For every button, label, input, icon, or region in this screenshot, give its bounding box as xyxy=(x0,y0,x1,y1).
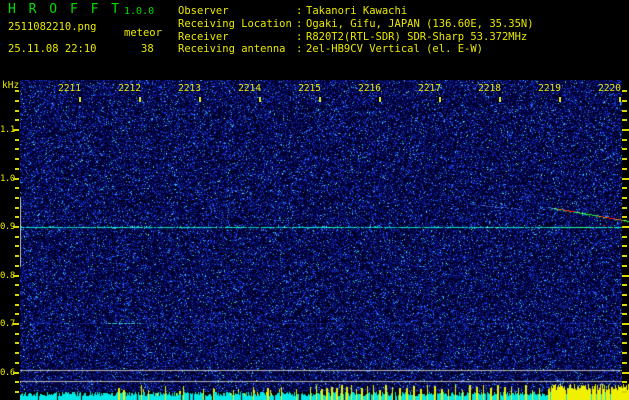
y-tick-major-right xyxy=(622,178,629,180)
y-tick-minor-right xyxy=(622,255,627,257)
x-tick-label: 2214 xyxy=(238,83,261,94)
y-tick-minor-right xyxy=(622,265,627,267)
y-tick-minor-right xyxy=(622,284,627,286)
x-tick xyxy=(619,97,621,102)
x-tick xyxy=(259,97,261,102)
x-tick-label: 2215 xyxy=(298,83,321,94)
y-tick-minor xyxy=(15,236,19,238)
y-tick-major xyxy=(13,129,19,131)
y-tick-minor-right xyxy=(622,342,627,344)
y-tick-minor-right xyxy=(622,100,627,102)
y-tick-minor xyxy=(15,391,19,393)
y-tick-minor xyxy=(15,148,19,150)
y-tick-minor xyxy=(15,313,19,315)
x-tick xyxy=(379,97,381,102)
y-tick-minor xyxy=(15,119,19,121)
y-tick-minor-right xyxy=(622,158,627,160)
y-tick-major-right xyxy=(622,129,629,131)
y-tick-minor xyxy=(15,100,19,102)
y-tick-minor xyxy=(15,90,19,92)
y-tick-minor-right xyxy=(622,304,627,306)
y-tick-minor-right xyxy=(622,110,627,112)
x-tick xyxy=(79,97,81,102)
y-tick-major-right xyxy=(622,275,629,277)
y-tick-minor xyxy=(15,158,19,160)
y-tick-minor xyxy=(15,381,19,383)
y-tick-minor-right xyxy=(622,294,627,296)
x-tick-label: 2216 xyxy=(358,83,381,94)
y-tick-minor xyxy=(15,197,19,199)
y-tick-minor xyxy=(15,168,19,170)
y-tick-minor xyxy=(15,294,19,296)
y-tick-minor-right xyxy=(622,90,627,92)
x-tick-label: 2218 xyxy=(478,83,501,94)
y-tick-minor-right xyxy=(622,391,627,393)
y-tick-minor xyxy=(15,265,19,267)
y-tick-minor-right xyxy=(622,139,627,141)
y-tick-major xyxy=(13,372,19,374)
axes-layer: kHz 2211 2212 2213 2214 2215 2216 2217 2218 2219 2… xyxy=(0,0,629,400)
x-tick xyxy=(559,97,561,102)
y-tick-label: 0.8 xyxy=(0,271,15,281)
y-tick-minor-right xyxy=(622,333,627,335)
y-tick-minor xyxy=(15,362,19,364)
y-tick-minor-right xyxy=(622,313,627,315)
y-tick-minor xyxy=(15,304,19,306)
y-tick-minor xyxy=(15,342,19,344)
y-tick-minor xyxy=(15,352,19,354)
y-tick-minor xyxy=(15,207,19,209)
x-tick xyxy=(319,97,321,102)
y-tick-minor-right xyxy=(622,119,627,121)
x-tick xyxy=(439,97,441,102)
y-tick-major xyxy=(13,226,19,228)
y-tick-major xyxy=(13,275,19,277)
y-tick-label: 0.9 xyxy=(0,222,15,232)
y-tick-major xyxy=(13,323,19,325)
x-tick-label: 2217 xyxy=(418,83,441,94)
y-tick-minor xyxy=(15,110,19,112)
x-tick-label: 2213 xyxy=(178,83,201,94)
x-tick-label: 2220 xyxy=(598,83,621,94)
y-tick-major-right xyxy=(622,323,629,325)
y-tick-minor xyxy=(15,187,19,189)
y-tick-minor xyxy=(15,245,19,247)
y-tick-label: 0.6 xyxy=(0,368,15,378)
x-tick-label: 2212 xyxy=(118,83,141,94)
y-tick-minor-right xyxy=(622,148,627,150)
x-tick-label: 2219 xyxy=(538,83,561,94)
hrofft-screen: H R O F F T 1.0.0 2511082210.png meteor … xyxy=(0,0,629,400)
y-tick-minor-right xyxy=(622,362,627,364)
y-tick-minor-right xyxy=(622,187,627,189)
y-tick-minor-right xyxy=(622,352,627,354)
y-tick-minor xyxy=(15,216,19,218)
y-tick-minor xyxy=(15,255,19,257)
y-tick-major-right xyxy=(622,372,629,374)
y-tick-label: 1.0 xyxy=(0,174,15,184)
y-tick-minor-right xyxy=(622,245,627,247)
x-tick xyxy=(499,97,501,102)
y-tick-minor xyxy=(15,333,19,335)
y-tick-minor-right xyxy=(622,236,627,238)
y-tick-label: 0.7 xyxy=(0,319,15,329)
y-tick-major xyxy=(13,178,19,180)
y-tick-major-right xyxy=(622,226,629,228)
y-tick-minor-right xyxy=(622,381,627,383)
y-tick-minor xyxy=(15,284,19,286)
y-tick-minor-right xyxy=(622,207,627,209)
y-tick-label: 1.1 xyxy=(0,125,15,135)
x-tick-label: 2211 xyxy=(58,83,81,94)
x-tick xyxy=(199,97,201,102)
y-tick-minor-right xyxy=(622,197,627,199)
y-tick-minor-right xyxy=(622,216,627,218)
y-tick-minor xyxy=(15,139,19,141)
x-tick xyxy=(139,97,141,102)
y-tick-minor-right xyxy=(622,168,627,170)
